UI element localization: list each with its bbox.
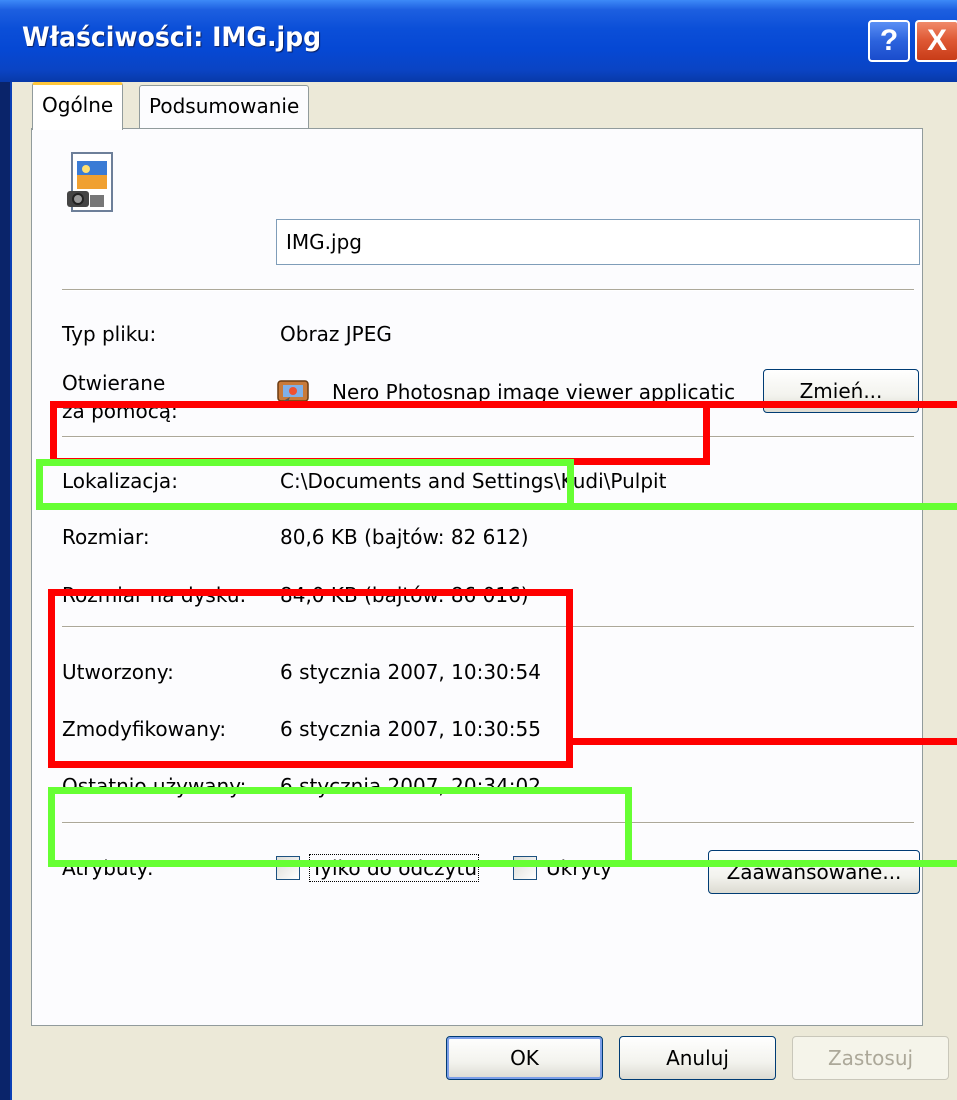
hidden-label[interactable]: Ukryty <box>546 856 612 880</box>
attributes-label: Atrybuty: <box>62 856 154 880</box>
properties-window: Właściwości: IMG.jpg ? X Ogólne Podsumow… <box>0 0 957 1100</box>
hidden-checkbox[interactable] <box>513 856 537 880</box>
divider <box>62 436 914 438</box>
created-value: 6 stycznia 2007, 10:30:54 <box>280 660 541 684</box>
size-highlight-line <box>567 503 957 510</box>
location-highlight-line <box>703 401 957 408</box>
help-button[interactable]: ? <box>868 20 910 62</box>
ok-button[interactable]: OK <box>446 1036 603 1080</box>
cancel-button[interactable]: Anuluj <box>619 1036 776 1080</box>
attributes-highlight-line <box>625 860 957 867</box>
divider <box>62 822 914 824</box>
tab-general[interactable]: Ogólne <box>32 82 124 130</box>
close-button[interactable]: X <box>915 20 957 62</box>
readonly-checkbox[interactable] <box>276 856 300 880</box>
created-label: Utworzony: <box>62 660 174 684</box>
opens-with-label-2: za pomocą: <box>62 399 178 423</box>
apply-button[interactable]: Zastosuj <box>792 1036 949 1080</box>
readonly-label[interactable]: Tylko do odczytu <box>308 854 480 882</box>
title-bar[interactable]: Właściwości: IMG.jpg ? X <box>0 0 957 82</box>
window-title: Właściwości: IMG.jpg <box>22 22 322 53</box>
size-label: Rozmiar: <box>62 525 150 549</box>
divider <box>62 626 914 628</box>
file-type-value: Obraz JPEG <box>280 322 392 346</box>
advanced-button[interactable]: Zaawansowane... <box>708 850 920 894</box>
disk-size-label: Rozmiar na dysku: <box>62 583 247 607</box>
last-accessed-value: 6 stycznia 2007, 20:34:02 <box>280 774 541 798</box>
location-value: C:\Documents and Settings\Kudi\Pulpit <box>280 469 667 493</box>
modified-label: Zmodyfikowany: <box>62 717 227 741</box>
modified-value: 6 stycznia 2007, 10:30:55 <box>280 717 541 741</box>
last-accessed-label: Ostatnio używany: <box>62 774 247 798</box>
opens-with-label-1: Otwierane <box>62 371 166 395</box>
location-label: Lokalizacja: <box>62 469 178 493</box>
jpeg-image-file-icon <box>64 151 116 221</box>
opens-with-value: Nero Photosnap image viewer applicatic <box>332 380 736 404</box>
nero-photosnap-icon <box>276 377 312 409</box>
tab-summary[interactable]: Podsumowanie <box>139 85 310 129</box>
file-name-input[interactable]: IMG.jpg <box>276 219 920 265</box>
size-value: 80,6 KB (bajtów: 82 612) <box>280 525 529 549</box>
general-tab-panel: IMG.jpg Typ pliku: Obraz JPEG Otwierane … <box>31 128 923 1026</box>
dates-highlight-line <box>566 738 957 745</box>
divider <box>62 289 914 291</box>
file-type-label: Typ pliku: <box>62 322 157 346</box>
disk-size-value: 84,0 KB (bajtów: 86 016) <box>280 583 529 607</box>
dialog-body: Ogólne Podsumowanie IMG.jpg Typ pliku: O… <box>10 82 957 1100</box>
